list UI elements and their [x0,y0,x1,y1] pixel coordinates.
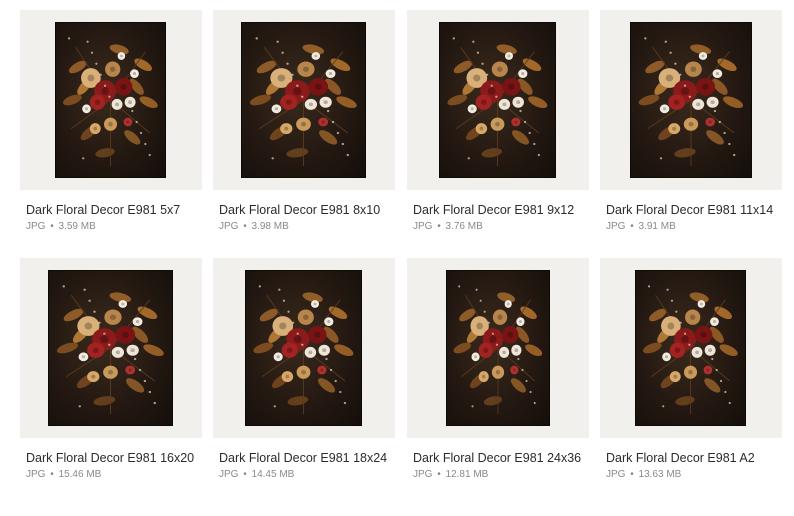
file-type: JPG [26,469,46,480]
file-grid: Dark Floral Decor E981 5x7 JPG • 3.59 MB… [0,0,794,516]
file-thumbnail[interactable] [20,258,202,438]
file-card[interactable]: Dark Floral Decor E981 16x20 JPG • 15.46… [20,258,202,480]
file-name: Dark Floral Decor E981 8x10 [219,203,381,217]
file-name: Dark Floral Decor E981 A2 [606,451,755,465]
file-type: JPG [26,221,46,232]
file-type: JPG [413,221,433,232]
file-meta: JPG • 3.76 MB [413,221,589,232]
file-size: 3.98 MB [251,221,289,232]
floral-artwork-image [55,22,166,178]
floral-artwork-image [48,270,173,426]
file-thumbnail[interactable] [213,258,395,438]
separator-dot: • [437,469,441,480]
file-meta: JPG • 3.59 MB [26,221,202,232]
floral-artwork-image [241,22,366,178]
separator-dot: • [243,469,247,480]
file-card[interactable]: Dark Floral Decor E981 5x7 JPG • 3.59 MB [20,10,202,232]
bouquet-illustration [249,37,357,166]
file-name: Dark Floral Decor E981 24x36 [413,451,582,465]
file-size: 14.45 MB [251,469,295,480]
file-size: 3.76 MB [445,221,483,232]
separator-dot: • [437,221,441,232]
file-card[interactable]: Dark Floral Decor E981 18x24 JPG • 14.45… [213,258,395,480]
file-size: 12.81 MB [445,469,489,480]
file-name: Dark Floral Decor E981 16x20 [26,451,195,465]
file-thumbnail[interactable] [407,258,589,438]
bouquet-illustration [63,37,158,166]
file-type: JPG [606,221,626,232]
bouquet-illustration [453,285,543,414]
file-meta: JPG • 13.63 MB [606,469,782,480]
file-thumbnail[interactable] [600,258,782,438]
bouquet-illustration [56,285,164,414]
file-card[interactable]: Dark Floral Decor E981 11x14 JPG • 3.91 … [600,10,782,232]
floral-artwork-image [630,22,752,178]
file-meta: JPG • 12.81 MB [413,469,589,480]
file-card[interactable]: Dark Floral Decor E981 9x12 JPG • 3.76 M… [407,10,589,232]
file-card[interactable]: Dark Floral Decor E981 8x10 JPG • 3.98 M… [213,10,395,232]
file-meta: JPG • 3.91 MB [606,221,782,232]
file-size: 13.63 MB [638,469,682,480]
file-type: JPG [413,469,433,480]
file-size: 3.59 MB [58,221,96,232]
file-size: 15.46 MB [58,469,102,480]
separator-dot: • [50,469,54,480]
file-meta: JPG • 3.98 MB [219,221,395,232]
bouquet-illustration [447,37,548,166]
file-type: JPG [219,469,239,480]
file-name: Dark Floral Decor E981 5x7 [26,203,181,217]
file-name: Dark Floral Decor E981 18x24 [219,451,388,465]
file-thumbnail[interactable] [600,10,782,190]
file-meta: JPG • 14.45 MB [219,469,395,480]
file-size: 3.91 MB [638,221,676,232]
separator-dot: • [243,221,247,232]
floral-artwork-image [245,270,362,426]
bouquet-illustration [643,285,738,414]
file-thumbnail[interactable] [213,10,395,190]
floral-artwork-image [635,270,746,426]
separator-dot: • [630,221,634,232]
file-thumbnail[interactable] [407,10,589,190]
separator-dot: • [50,221,54,232]
floral-artwork-image [446,270,550,426]
bouquet-illustration [253,285,354,414]
file-name: Dark Floral Decor E981 9x12 [413,203,575,217]
file-type: JPG [219,221,239,232]
bouquet-illustration [638,37,743,166]
file-name: Dark Floral Decor E981 11x14 [606,203,774,217]
file-card[interactable]: Dark Floral Decor E981 24x36 JPG • 12.81… [407,258,589,480]
file-meta: JPG • 15.46 MB [26,469,202,480]
file-card[interactable]: Dark Floral Decor E981 A2 JPG • 13.63 MB [600,258,782,480]
file-type: JPG [606,469,626,480]
separator-dot: • [630,469,634,480]
floral-artwork-image [439,22,556,178]
file-thumbnail[interactable] [20,10,202,190]
